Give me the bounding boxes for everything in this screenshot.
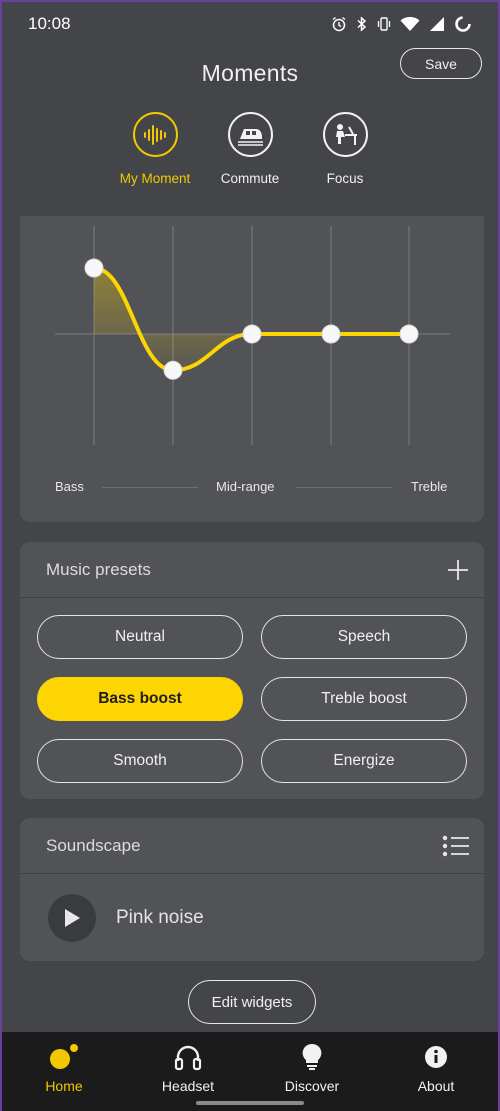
lightbulb-icon — [302, 1043, 322, 1070]
eq-band-handle[interactable] — [399, 324, 419, 344]
battery-icon — [455, 16, 471, 32]
eq-band-handle[interactable] — [163, 360, 183, 380]
nav-label: Discover — [284, 1078, 340, 1094]
app-screen: 10:08 Moments Save My Moment Commute Foc… — [0, 0, 500, 1111]
play-icon — [65, 909, 80, 927]
moment-icon-circle — [322, 112, 368, 157]
save-button[interactable]: Save — [400, 48, 482, 79]
moments-header: Moments Save My Moment Commute Focus — [2, 46, 498, 216]
moment-my-moment[interactable]: My Moment — [108, 112, 203, 186]
bluetooth-icon — [357, 16, 367, 32]
home-indicator — [196, 1101, 304, 1105]
soundscape-title: Soundscape — [46, 835, 141, 855]
moment-commute[interactable]: Commute — [203, 112, 298, 186]
nav-label: About — [417, 1078, 455, 1094]
plus-icon[interactable] — [446, 558, 470, 582]
presets-title: Music presets — [46, 559, 151, 579]
train-icon — [238, 128, 263, 146]
desk-person-icon — [336, 123, 357, 145]
status-time: 10:08 — [28, 14, 71, 33]
eq-band-handle[interactable] — [84, 258, 104, 278]
preset-smooth[interactable]: Smooth — [37, 739, 243, 783]
status-icons — [331, 15, 472, 33]
moment-icon-circle — [227, 112, 273, 157]
eq-band-handle[interactable] — [242, 324, 262, 344]
preset-energize[interactable]: Energize — [261, 739, 467, 783]
moment-label: Focus — [326, 171, 364, 186]
moment-selector: My Moment Commute Focus — [2, 112, 498, 186]
nav-about[interactable]: About — [374, 1032, 498, 1111]
preset-neutral[interactable]: Neutral — [37, 615, 243, 659]
nav-headset[interactable]: Headset — [126, 1032, 250, 1111]
preset-grid: Neutral Speech Bass boost Treble boost S… — [20, 598, 484, 783]
band-divider — [296, 487, 392, 488]
soundscape-card: Soundscape Pink noise — [20, 818, 484, 961]
edit-widgets-button[interactable]: Edit widgets — [188, 980, 316, 1024]
soundwave-icon — [144, 124, 166, 145]
band-label-treble: Treble — [411, 479, 448, 494]
wifi-icon — [400, 17, 420, 31]
moment-icon-circle — [132, 112, 178, 157]
moment-label: My Moment — [119, 171, 191, 186]
equalizer-graph[interactable] — [20, 216, 484, 466]
band-label-mid: Mid-range — [216, 479, 275, 494]
equalizer-band-labels: Bass Mid-range Treble — [20, 479, 484, 499]
alarm-icon — [332, 16, 346, 32]
soundscape-header: Soundscape — [20, 818, 484, 874]
preset-bass-boost[interactable]: Bass boost — [37, 677, 243, 721]
status-bar: 10:08 — [2, 2, 498, 46]
nav-label: Home — [45, 1078, 83, 1094]
nav-discover[interactable]: Discover — [250, 1032, 374, 1111]
music-presets-card: Music presets Neutral Speech Bass boost … — [20, 542, 484, 799]
vibrate-icon — [377, 17, 391, 31]
equalizer-card: Bass Mid-range Treble — [20, 216, 484, 522]
moment-label: Commute — [220, 171, 280, 186]
list-icon[interactable] — [442, 835, 470, 857]
play-button[interactable] — [48, 894, 96, 942]
soundscape-row: Pink noise — [20, 874, 484, 962]
signal-icon — [430, 17, 444, 31]
preset-treble-boost[interactable]: Treble boost — [261, 677, 467, 721]
band-label-bass: Bass — [55, 479, 84, 494]
bottom-navigation: Home Headset Discover About — [2, 1032, 498, 1111]
info-icon — [425, 1046, 447, 1068]
eq-band-handle[interactable] — [321, 324, 341, 344]
nav-home[interactable]: Home — [2, 1032, 126, 1111]
home-dots-icon — [50, 1044, 78, 1069]
preset-speech[interactable]: Speech — [261, 615, 467, 659]
band-divider — [102, 487, 198, 488]
headphones-icon — [174, 1045, 202, 1071]
presets-header: Music presets — [20, 542, 484, 598]
nav-label: Headset — [161, 1078, 215, 1094]
soundscape-name: Pink noise — [116, 907, 204, 928]
moment-focus[interactable]: Focus — [298, 112, 393, 186]
